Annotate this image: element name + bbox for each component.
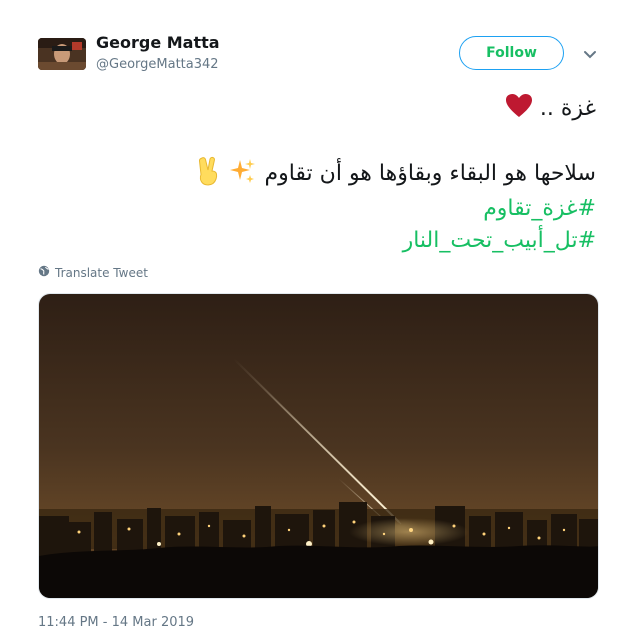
hashtag-link-2[interactable]: #تل_أبيب_تحت_النار [36, 228, 596, 253]
tweet-line-1: غزة .. [36, 93, 596, 125]
follow-button[interactable]: Follow [459, 36, 564, 70]
tweet-line-2: سلاحها هو البقاء وبقاؤها هو أن تقاوم [36, 156, 596, 192]
user-display-name[interactable]: George Matta [96, 33, 220, 52]
sparkles-emoji [229, 157, 257, 191]
translate-tweet-link[interactable]: Translate Tweet [38, 265, 148, 280]
tweet-timestamp[interactable]: 11:44 PM - 14 Mar 2019 [38, 615, 194, 630]
chevron-down-icon[interactable] [582, 46, 598, 59]
hashtag-link-1[interactable]: #غزة_تقاوم [36, 196, 596, 221]
tweet-line-2-text: سلاحها هو البقاء وبقاؤها هو أن تقاوم [264, 161, 596, 186]
tweet-media-image[interactable] [38, 293, 599, 599]
avatar[interactable] [38, 38, 86, 70]
user-handle[interactable]: @GeorgeMatta342 [96, 57, 219, 72]
avatar-image [38, 38, 86, 70]
globe-icon [38, 265, 50, 280]
night-sky-photo [39, 294, 598, 598]
victory-hand-emoji [196, 156, 222, 192]
translate-label: Translate Tweet [55, 265, 148, 280]
red-heart-emoji [505, 93, 533, 125]
tweet-line-1-text: غزة .. [539, 96, 596, 121]
